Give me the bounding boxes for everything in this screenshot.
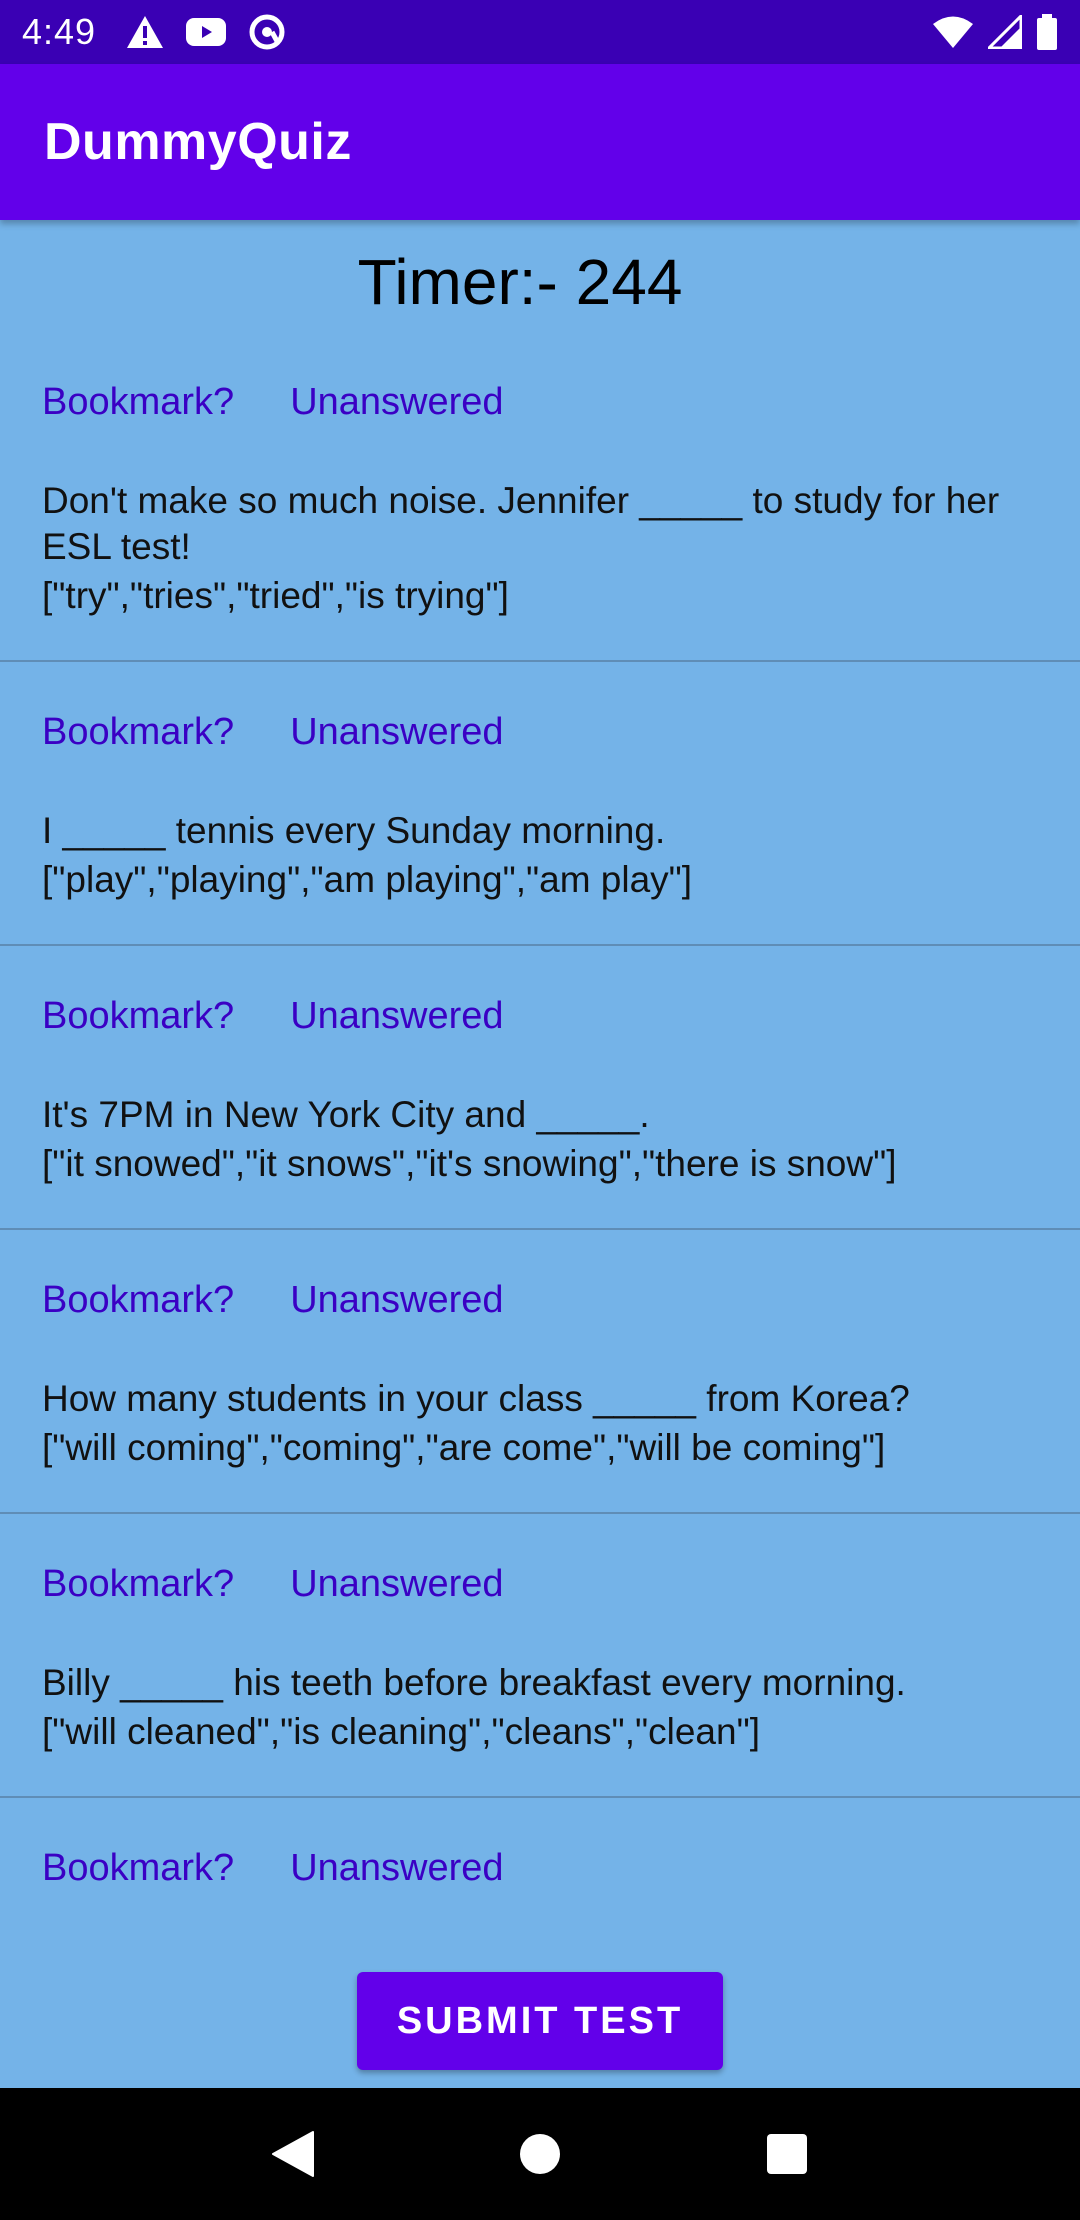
- battery-icon: [1036, 14, 1058, 50]
- question-item: Bookmark? Unanswered I _____ tennis ever…: [0, 698, 1080, 946]
- question-text: I _____ tennis every Sunday morning.: [42, 810, 666, 851]
- signal-icon: [988, 15, 1022, 49]
- submit-test-button[interactable]: SUBMIT TEST: [357, 1972, 723, 2070]
- bookmark-toggle[interactable]: Bookmark?: [42, 381, 234, 424]
- timer-label: Timer:- 244: [357, 246, 683, 318]
- question-text: It's 7PM in New York City and _____.: [42, 1094, 650, 1135]
- bookmark-toggle[interactable]: Bookmark?: [42, 1847, 234, 1890]
- question-item: Bookmark? Unanswered: [0, 1834, 1080, 1902]
- recents-icon[interactable]: [747, 2114, 827, 2194]
- bookmark-toggle[interactable]: Bookmark?: [42, 711, 234, 754]
- bookmark-toggle[interactable]: Bookmark?: [42, 995, 234, 1038]
- question-item: Bookmark? Unanswered How many students i…: [0, 1266, 1080, 1514]
- wifi-icon: [932, 15, 974, 49]
- question-options: ["will coming","coming","are come","will…: [42, 1427, 886, 1468]
- question-text: Don't make so much noise. Jennifer _____…: [42, 480, 1000, 567]
- back-icon[interactable]: [253, 2114, 333, 2194]
- question-options: ["it snowed","it snows","it's snowing","…: [42, 1143, 897, 1184]
- answer-status[interactable]: Unanswered: [290, 995, 503, 1038]
- question-options: ["play","playing","am playing","am play"…: [42, 859, 693, 900]
- answer-status[interactable]: Unanswered: [290, 1847, 503, 1890]
- bookmark-toggle[interactable]: Bookmark?: [42, 1563, 234, 1606]
- status-time: 4:49: [22, 11, 97, 52]
- question-options: ["will cleaned","is cleaning","cleans","…: [42, 1711, 760, 1752]
- at-sign-icon: [248, 13, 286, 51]
- app-title: DummyQuiz: [44, 113, 352, 171]
- answer-status[interactable]: Unanswered: [290, 1563, 503, 1606]
- question-item: Bookmark? Unanswered It's 7PM in New Yor…: [0, 982, 1080, 1230]
- warning-icon: [126, 15, 164, 49]
- question-options: ["try","tries","tried","is trying"]: [42, 575, 509, 616]
- quiz-list[interactable]: Timer:- 244 Bookmark? Unanswered Don't m…: [0, 220, 1080, 2088]
- answer-status[interactable]: Unanswered: [290, 1279, 503, 1322]
- question-item: Bookmark? Unanswered Don't make so much …: [0, 368, 1080, 662]
- youtube-icon: [186, 18, 227, 46]
- navigation-bar: [0, 2088, 1080, 2220]
- home-icon[interactable]: [500, 2114, 580, 2194]
- question-text: Billy _____ his teeth before breakfast e…: [42, 1662, 906, 1703]
- app-bar: DummyQuiz: [0, 64, 1080, 220]
- question-text: How many students in your class _____ fr…: [42, 1378, 910, 1419]
- question-item: Bookmark? Unanswered Billy _____ his tee…: [0, 1550, 1080, 1798]
- status-bar: 4:49: [0, 0, 1080, 64]
- bookmark-toggle[interactable]: Bookmark?: [42, 1279, 234, 1322]
- answer-status[interactable]: Unanswered: [290, 381, 503, 424]
- answer-status[interactable]: Unanswered: [290, 711, 503, 754]
